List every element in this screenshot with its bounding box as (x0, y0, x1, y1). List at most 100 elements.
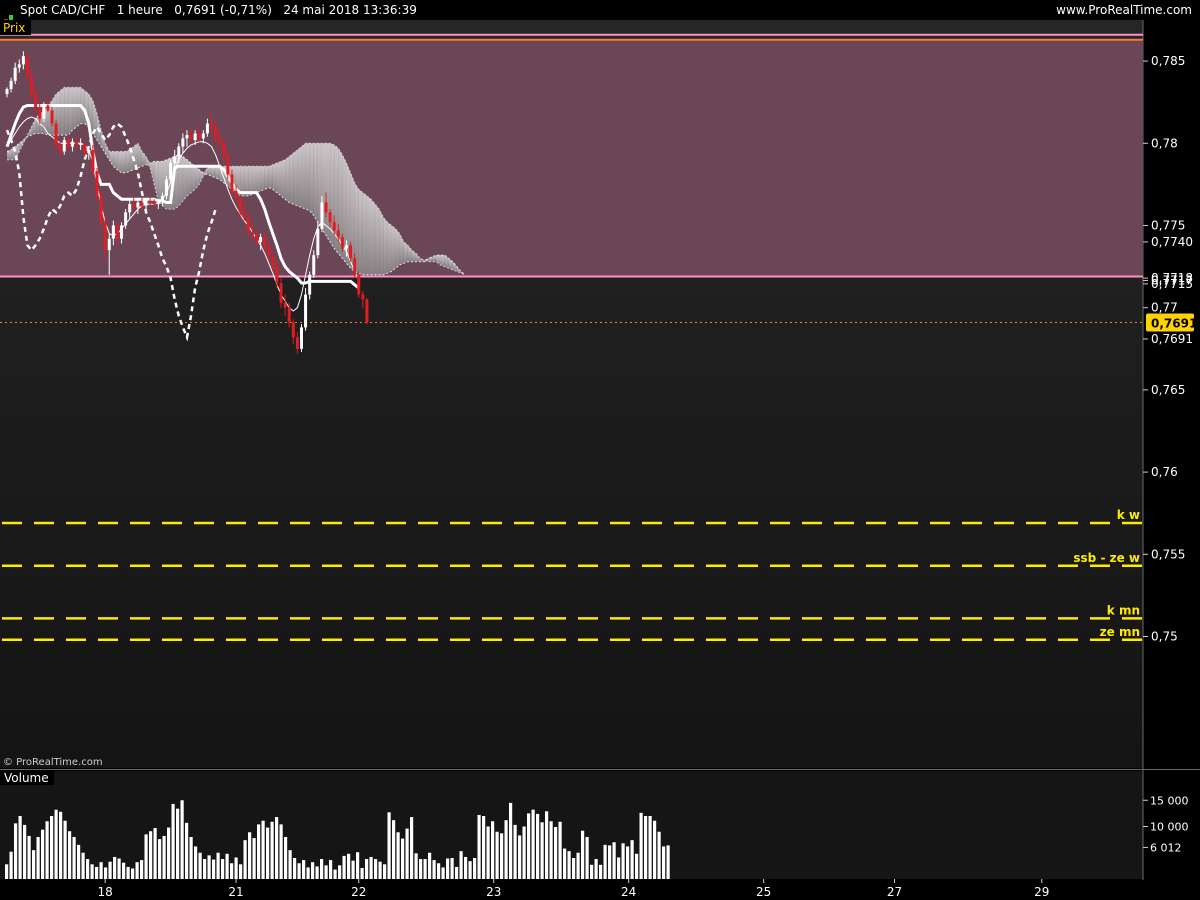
x-axis-tick-label: 23 (486, 885, 501, 899)
ichimoku-cloud-segment (285, 156, 290, 203)
y-axis-tick-label: 0,75 (1151, 629, 1178, 643)
support-level-label: ze mn (1100, 625, 1140, 639)
x-axis-tick-label: 21 (228, 885, 243, 899)
candle-body (136, 202, 140, 208)
volume-bar (32, 850, 36, 879)
ichimoku-cloud-segment (379, 209, 384, 275)
volume-bar (117, 858, 121, 879)
volume-bar (9, 851, 13, 879)
candle-body (275, 266, 279, 284)
volume-bar (275, 817, 279, 879)
candle-body (30, 75, 34, 94)
candle-body (148, 200, 152, 203)
volume-bar (464, 856, 468, 879)
volume-bar (45, 821, 49, 879)
volume-bar (59, 811, 63, 879)
volume-bar (158, 839, 162, 879)
candle-body (193, 133, 197, 141)
candle-body (304, 294, 308, 328)
ichimoku-cloud-segment (76, 87, 81, 127)
volume-bar (527, 813, 531, 879)
volume-bar (545, 811, 549, 879)
candle-body (332, 222, 336, 231)
ichimoku-cloud-segment (383, 217, 388, 275)
candle-body (189, 135, 193, 141)
candle-body (156, 202, 160, 205)
x-axis-tick-label: 27 (887, 885, 902, 899)
candle-body (177, 146, 181, 157)
volume-bar (437, 863, 441, 879)
candle-body (328, 212, 332, 223)
support-level-label: ssb - ze w (1073, 551, 1140, 565)
candle[interactable] (95, 167, 99, 201)
candle-body (201, 133, 205, 139)
volume-bar (383, 864, 387, 879)
y-axis-tick-label: 0,76 (1151, 465, 1178, 479)
volume-bar (635, 853, 639, 879)
volume-bar (351, 860, 355, 879)
ichimoku-cloud-segment (387, 222, 392, 274)
volume-bar (581, 830, 585, 879)
volume-bar (90, 864, 94, 879)
candle-body (83, 143, 87, 154)
volume-bar (338, 865, 342, 879)
candle-body (42, 105, 46, 119)
ichimoku-cloud-segment (371, 199, 376, 275)
ichimoku-cloud-segment (293, 149, 298, 206)
candle-body (120, 225, 124, 239)
candle-body (165, 179, 169, 196)
ichimoku-cloud-segment (281, 159, 286, 200)
volume-bar (392, 820, 396, 879)
ichimoku-cloud-segment (358, 189, 363, 275)
volume-bar (212, 859, 216, 879)
candle-body (160, 195, 164, 203)
volume-bar (653, 820, 657, 879)
volume-bar (311, 862, 315, 879)
volume-bar (99, 862, 103, 879)
volume-bar (270, 821, 274, 879)
volume-bar (239, 864, 243, 879)
candle-body (214, 126, 218, 139)
ichimoku-cloud-segment (256, 166, 261, 193)
ichimoku-cloud-segment (125, 149, 130, 173)
volume-bar (504, 820, 508, 879)
ichimoku-cloud-segment (178, 154, 183, 206)
last-price-label: 0,7691 (1151, 316, 1197, 330)
candle[interactable] (365, 297, 369, 325)
ichimoku-cloud-segment (362, 192, 367, 275)
candle-body (250, 232, 254, 236)
volume-bar (279, 824, 283, 879)
candle-body (336, 230, 340, 238)
candle-body (13, 67, 17, 81)
candle[interactable] (299, 324, 303, 353)
candle-body (226, 156, 230, 175)
volume-bar (468, 861, 472, 879)
volume-bar (203, 859, 207, 879)
volume-bar (540, 822, 544, 879)
candle[interactable] (357, 271, 361, 298)
candle-body (144, 200, 148, 206)
y-axis-tick-label: 0,765 (1151, 383, 1185, 397)
candle[interactable] (165, 176, 169, 200)
volume-bar (369, 856, 373, 879)
ichimoku-cloud-segment (252, 166, 257, 195)
volume-bar (356, 852, 360, 879)
chart-header: Spot CAD/CHF 1 heure 0,7691 (-0,71%) 24 … (0, 0, 1200, 25)
volume-bar (36, 837, 40, 879)
volume-bar (23, 824, 27, 879)
volume-bar (252, 838, 256, 879)
volume-bar (608, 845, 612, 879)
ichimoku-cloud-segment (215, 166, 220, 180)
volume-bar (162, 835, 166, 879)
volume-bar (387, 812, 391, 879)
volume-bar (360, 867, 364, 879)
volume-panel-background (0, 771, 1143, 879)
price-chart[interactable]: k w ssb - ze w k mn ze mn 0,785 0,78 0,775 0,7… (0, 20, 1200, 900)
volume-bar (531, 809, 535, 879)
volume-bar (342, 855, 346, 879)
candle-body (320, 202, 324, 229)
candle[interactable] (169, 159, 173, 183)
price-panel-label: Prix (0, 20, 31, 35)
volume-bar (617, 857, 621, 879)
site-link[interactable]: www.ProRealTime.com (1056, 0, 1192, 20)
